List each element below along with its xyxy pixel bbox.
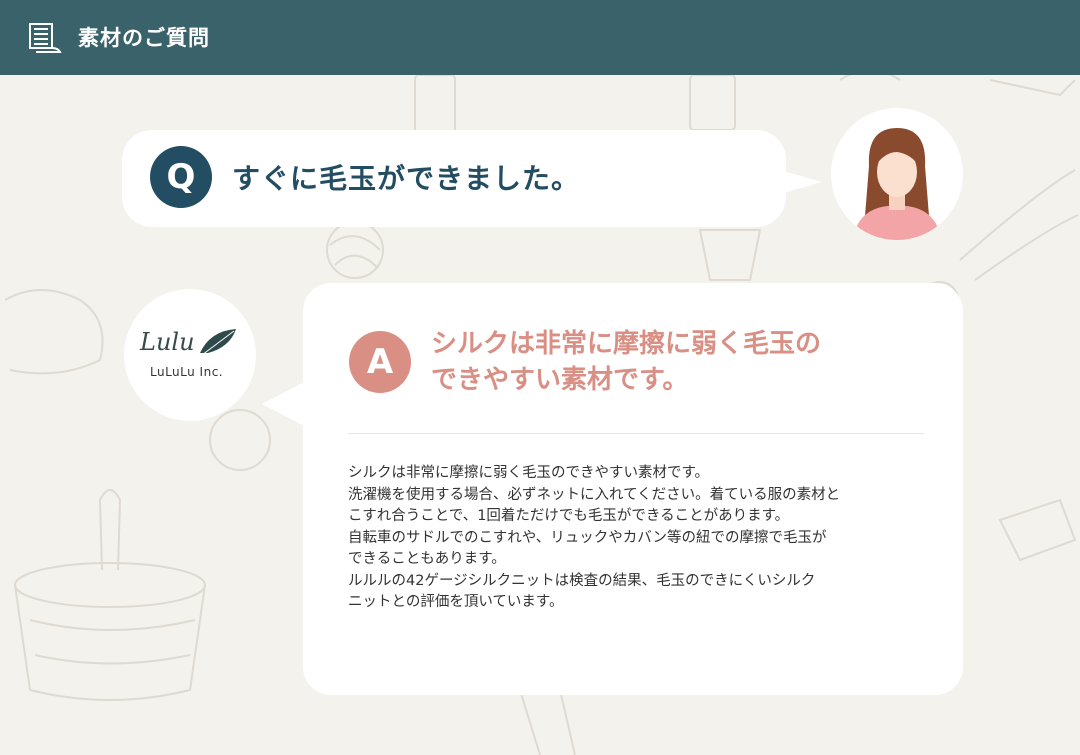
answer-bubble-tail [262, 382, 304, 426]
answer-body: シルクは非常に摩擦に弱く毛玉のできやすい素材です。 洗濯機を使用する場合、必ずネ… [348, 463, 918, 614]
answer-body-line: できることもあります。 [348, 551, 506, 567]
answer-divider [348, 433, 924, 434]
answer-body-line: ニットとの評価を頂いています。 [348, 594, 564, 610]
page-header: 素材のご質問 [0, 0, 1080, 75]
page-title: 素材のご質問 [78, 25, 210, 50]
woman-avatar-icon [853, 128, 941, 240]
brand-company-name: LuLuLu Inc. [150, 365, 224, 379]
question-text: すぐに毛玉ができました。 [232, 162, 581, 195]
answer-headline-line: できやすい素材です。 [431, 365, 689, 395]
answer-body-line: 洗濯機を使用する場合、必ずネットに入れてください。着ている服の素材と [348, 486, 841, 503]
answer-headline-line: シルクは非常に摩擦に弱く毛玉の [431, 329, 822, 359]
question-badge: Q [150, 146, 212, 208]
question-bubble-tail [780, 170, 822, 194]
answer-headline: シルクは非常に摩擦に弱く毛玉の できやすい素材です。 [431, 326, 891, 398]
brand-logo-script: Lulu [140, 328, 195, 356]
leaf-logo-icon [200, 329, 236, 356]
answer-badge: A [349, 331, 411, 393]
customer-avatar [831, 108, 963, 240]
answer-body-line: シルクは非常に摩擦に弱く毛玉のできやすい素材です。 [348, 465, 710, 481]
answer-body-line: ルルルの42ゲージシルクニットは検査の結果、毛玉のできにくいシルク [348, 572, 816, 589]
answer-body-line: こすれ合うことで、1回着ただけでも毛玉ができることがあります。 [348, 508, 790, 524]
answer-body-line: 自転車のサドルでのこすれや、リュックやカバン等の紐での摩擦で毛玉が [348, 529, 827, 546]
fabric-roll-icon [29, 23, 62, 53]
